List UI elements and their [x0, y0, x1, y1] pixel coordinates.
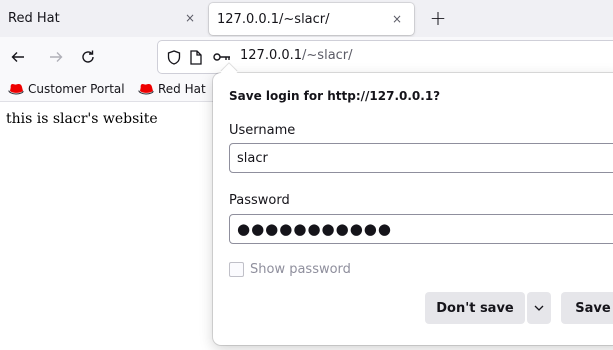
redhat-favicon-icon	[8, 82, 24, 96]
tab-title: Red Hat	[8, 10, 60, 26]
save-button[interactable]: Save	[561, 292, 613, 324]
arrow-left-icon	[11, 52, 24, 62]
dont-save-menu-button[interactable]	[527, 292, 551, 324]
bookmark-customer-portal[interactable]: Customer Portal	[8, 80, 125, 98]
password-mask: ●●●●●●●●●●●	[237, 220, 392, 238]
page-icon[interactable]	[188, 49, 204, 65]
back-button[interactable]	[6, 45, 30, 69]
show-password-row[interactable]: Show password	[229, 262, 351, 277]
tab-slacr[interactable]: 127.0.0.1/~slacr/ ×	[209, 3, 414, 35]
save-login-panel: Save login for http://127.0.0.1? Usernam…	[213, 63, 613, 345]
tab-strip: Red Hat × 127.0.0.1/~slacr/ × +	[0, 0, 613, 37]
page-body-text: this is slacr's website	[6, 111, 158, 127]
reload-icon	[82, 50, 94, 63]
chevron-down-icon	[534, 305, 544, 311]
redhat-favicon-icon	[138, 82, 154, 96]
panel-title: Save login for http://127.0.0.1?	[229, 89, 441, 103]
url-path: /~slacr/	[302, 48, 353, 63]
tab-red-hat[interactable]: Red Hat ×	[0, 0, 207, 36]
show-password-checkbox[interactable]	[229, 262, 244, 277]
dont-save-button[interactable]: Don't save	[425, 292, 525, 324]
bookmark-label: Red Hat	[158, 82, 206, 96]
bookmark-red-hat[interactable]: Red Hat	[138, 80, 206, 98]
close-icon[interactable]: ×	[185, 11, 195, 25]
reload-button[interactable]	[76, 45, 100, 69]
username-label: Username	[229, 123, 296, 138]
bookmark-label: Customer Portal	[28, 82, 125, 96]
navigation-toolbar: 127.0.0.1/~slacr/	[0, 37, 613, 77]
url-text: 127.0.0.1/~slacr/	[240, 48, 353, 63]
tab-title: 127.0.0.1/~slacr/	[217, 11, 330, 27]
shield-icon[interactable]	[166, 49, 182, 65]
close-icon[interactable]: ×	[392, 12, 402, 26]
password-field[interactable]: ●●●●●●●●●●●	[229, 214, 613, 244]
new-tab-button[interactable]: +	[424, 4, 452, 32]
forward-button[interactable]	[44, 45, 68, 69]
show-password-label: Show password	[250, 262, 351, 277]
url-host: 127.0.0.1	[240, 48, 303, 63]
username-value: slacr	[237, 150, 268, 166]
arrow-right-icon	[50, 52, 63, 62]
username-field[interactable]: slacr	[229, 143, 613, 173]
password-label: Password	[229, 193, 290, 208]
